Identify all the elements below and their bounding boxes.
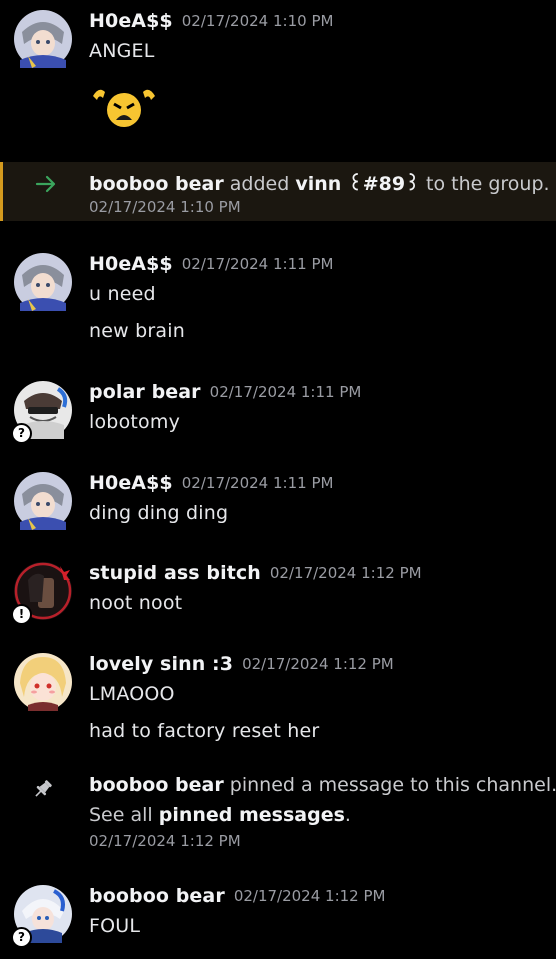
- system-text-body: pinned a message to this channel.: [229, 774, 556, 796]
- timestamp: 02/17/2024 1:10 PM: [181, 12, 334, 30]
- avatar-polar-bear[interactable]: ?: [11, 381, 72, 444]
- message-text: u need: [89, 283, 156, 305]
- timestamp: 02/17/2024 1:12 PM: [89, 832, 241, 850]
- message-text: FOUL: [89, 915, 141, 937]
- timestamp: 02/17/2024 1:12 PM: [269, 564, 422, 582]
- avatar-stupid-ass-bitch[interactable]: !: [11, 562, 72, 625]
- system-rest: to the group.: [426, 173, 550, 195]
- author-name[interactable]: stupid ass bitch: [89, 562, 261, 584]
- timestamp: 02/17/2024 1:11 PM: [209, 383, 362, 401]
- timestamp: 02/17/2024 1:11 PM: [181, 474, 334, 492]
- see-all-prefix: See all: [89, 804, 153, 826]
- author-name[interactable]: H0eA$$: [89, 472, 173, 494]
- status-badge: ?: [11, 927, 32, 948]
- timestamp: 02/17/2024 1:11 PM: [181, 255, 334, 273]
- avatar-lovely-sinn[interactable]: [14, 653, 72, 711]
- pin-icon: [32, 778, 54, 804]
- chat-view: H0eA$$ 02/17/2024 1:10 PM ANGEL booboo be…: [0, 0, 556, 959]
- arrow-right-icon: [35, 174, 57, 198]
- system-text: booboo bear pinned a message to this cha…: [89, 774, 556, 796]
- timestamp: 02/17/2024 1:12 PM: [242, 655, 394, 673]
- avatar-booboo-bear[interactable]: ?: [11, 885, 72, 948]
- message-text: ANGEL: [89, 40, 155, 62]
- author-name[interactable]: H0eA$$: [89, 10, 173, 32]
- status-badge: !: [11, 604, 32, 625]
- system-verb: added: [229, 173, 290, 195]
- avatar-image: [14, 253, 72, 311]
- avatar-h0eass[interactable]: [14, 253, 72, 311]
- avatar-image: [14, 10, 72, 68]
- status-badge: ?: [11, 423, 32, 444]
- author-name[interactable]: polar bear: [89, 381, 201, 403]
- system-text-line2: See all pinned messages.: [89, 804, 351, 826]
- author-name[interactable]: H0eA$$: [89, 253, 173, 275]
- system-message-pinned: booboo bear pinned a message to this cha…: [0, 770, 556, 852]
- actor-name[interactable]: booboo bear: [89, 774, 224, 796]
- message-text: new brain: [89, 320, 185, 342]
- message-text: ding ding ding: [89, 502, 229, 524]
- author-name[interactable]: lovely sinn :3: [89, 653, 233, 675]
- timestamp: 02/17/2024 1:12 PM: [233, 887, 386, 905]
- system-text: booboo bear added vinn ꒰#89꒱ to the grou…: [89, 170, 550, 195]
- author-name[interactable]: booboo bear: [89, 885, 225, 907]
- angry-emoji-icon: [89, 84, 159, 136]
- avatar-image: [14, 653, 72, 711]
- pinned-messages-link[interactable]: pinned messages: [159, 804, 345, 826]
- target-name[interactable]: vinn ꒰#89꒱: [295, 173, 420, 195]
- avatar-h0eass[interactable]: [14, 10, 72, 68]
- timestamp: 02/17/2024 1:10 PM: [89, 198, 241, 216]
- see-all-suffix: .: [344, 804, 351, 826]
- message-text: lobotomy: [89, 411, 181, 433]
- avatar-h0eass[interactable]: [14, 472, 72, 530]
- message-text: LMAOOO: [89, 683, 175, 705]
- actor-name[interactable]: booboo bear: [89, 173, 224, 195]
- message-text: noot noot: [89, 592, 183, 614]
- system-message-member-added: booboo bear added vinn ꒰#89꒱ to the grou…: [0, 162, 556, 221]
- avatar-image: [14, 472, 72, 530]
- message-text: had to factory reset her: [89, 720, 320, 742]
